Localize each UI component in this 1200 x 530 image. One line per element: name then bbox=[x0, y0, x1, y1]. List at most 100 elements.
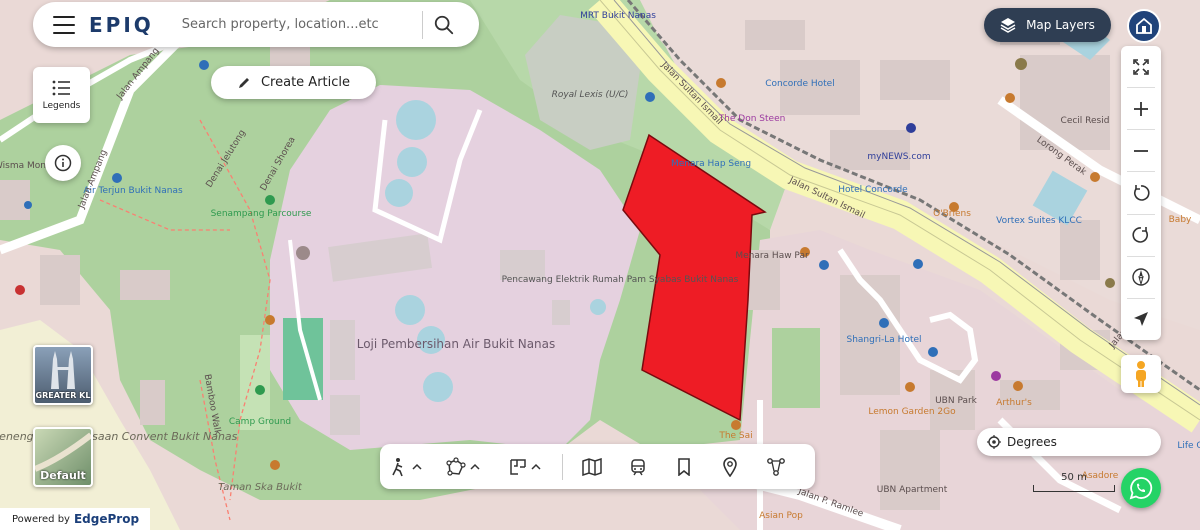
info-icon bbox=[54, 154, 72, 172]
label-pencawang: Pencawang Elektrik Rumah Pam Syabas Buki… bbox=[502, 275, 739, 285]
label-air-terjun: Air Terjun Bukit Nanas bbox=[83, 186, 183, 196]
label-ubn-park: UBN Park bbox=[935, 396, 978, 406]
fullscreen-icon bbox=[1133, 58, 1149, 75]
map-view-button[interactable] bbox=[569, 444, 615, 489]
edgeprop-button[interactable] bbox=[1127, 9, 1161, 43]
scale-label: 50 m bbox=[1061, 472, 1087, 483]
label-menara-hap-seng: Menara Hap Seng bbox=[671, 159, 751, 169]
water-tank bbox=[395, 295, 425, 325]
label-royal-lexis: Royal Lexis (U/C) bbox=[552, 90, 629, 100]
toolbar-divider bbox=[562, 453, 563, 480]
basemap-tile-label: GREATER KL bbox=[35, 391, 91, 400]
label-lemon-garden: Lemon Garden 2Go bbox=[868, 407, 956, 417]
map-tools-panel bbox=[1121, 46, 1161, 340]
twin-towers-icon bbox=[51, 351, 75, 389]
rotate-right-button[interactable] bbox=[1121, 215, 1161, 256]
bookmark-icon bbox=[678, 457, 690, 476]
map-layers-label: Map Layers bbox=[1026, 18, 1095, 32]
scale-bar bbox=[1033, 485, 1115, 492]
edgeprop-logo: EdgeProp bbox=[73, 512, 140, 526]
fullscreen-button[interactable] bbox=[1121, 46, 1161, 87]
basemap-tile-greater-kl[interactable]: GREATER KL bbox=[33, 345, 93, 405]
navigation-arrow-icon bbox=[1134, 312, 1148, 327]
bookmark-button[interactable] bbox=[661, 444, 707, 489]
route-button[interactable] bbox=[753, 444, 799, 489]
pegman-icon bbox=[1136, 361, 1146, 387]
basemap-tile-label: Default bbox=[40, 469, 86, 482]
zoom-out-button[interactable] bbox=[1121, 130, 1161, 171]
label-arthurs: Arthur's bbox=[996, 398, 1032, 408]
basemap-tile-default[interactable]: Default bbox=[33, 427, 93, 487]
label-loji: Loji Pembersihan Air Bukit Nanas bbox=[357, 337, 556, 351]
search-divider bbox=[421, 10, 423, 39]
search-bar: EPIQ bbox=[33, 2, 479, 47]
label-cecil: Cecil Resid bbox=[1061, 116, 1110, 126]
rotate-left-icon bbox=[1133, 185, 1150, 201]
crosshair-icon bbox=[987, 435, 1001, 449]
walk-tool-button[interactable] bbox=[380, 444, 432, 489]
legends-button[interactable]: Legends bbox=[33, 67, 90, 123]
degrees-label: Degrees bbox=[1007, 435, 1057, 449]
water-tank bbox=[385, 179, 413, 207]
label-mynews: myNEWS.com bbox=[867, 152, 930, 162]
label-shangri-la: Shangri-La Hotel bbox=[846, 335, 921, 345]
legend-list-icon bbox=[52, 80, 70, 96]
compass-icon bbox=[1132, 268, 1150, 287]
floorplan-tool-button[interactable] bbox=[494, 444, 556, 489]
layers-icon bbox=[1000, 18, 1016, 33]
floorplan-icon bbox=[510, 458, 526, 475]
label-life-centre: Life C bbox=[1177, 441, 1200, 451]
search-icon[interactable] bbox=[433, 14, 455, 36]
rotate-left-button[interactable] bbox=[1121, 172, 1161, 213]
train-icon bbox=[631, 458, 645, 475]
create-article-label: Create Article bbox=[260, 75, 351, 90]
create-article-button[interactable]: Create Article bbox=[211, 66, 376, 99]
location-pin-icon bbox=[723, 456, 737, 477]
label-obriens: O'Briens bbox=[933, 209, 971, 219]
folded-map-icon bbox=[582, 457, 602, 476]
edgeprop-home-icon bbox=[1136, 17, 1152, 34]
menu-icon[interactable] bbox=[53, 15, 75, 34]
chevron-up-icon bbox=[412, 463, 422, 470]
info-button[interactable] bbox=[45, 145, 81, 181]
search-input[interactable] bbox=[179, 16, 404, 33]
powered-by-footer[interactable]: Powered by EdgeProp bbox=[0, 508, 150, 530]
water-tank bbox=[396, 100, 436, 140]
label-hotel-concorde: Hotel Concorde bbox=[838, 185, 908, 195]
polygon-tool-button[interactable] bbox=[432, 444, 494, 489]
label-menara-haw-par: Menara Haw Par bbox=[735, 251, 809, 261]
drawing-toolbar bbox=[380, 444, 815, 489]
whatsapp-icon bbox=[1129, 477, 1153, 500]
rotate-right-icon bbox=[1132, 227, 1149, 243]
label-the-don: The Don Steen bbox=[718, 114, 786, 124]
compass-button[interactable] bbox=[1121, 257, 1161, 298]
degrees-toggle[interactable]: Degrees bbox=[977, 428, 1161, 456]
map-layers-button[interactable]: Map Layers bbox=[984, 8, 1111, 42]
location-pin-button[interactable] bbox=[707, 444, 753, 489]
whatsapp-button[interactable] bbox=[1121, 468, 1161, 508]
street-view-button[interactable] bbox=[1121, 355, 1161, 393]
label-ubn-apartment: UBN Apartment bbox=[877, 485, 948, 495]
label-vortex: Vortex Suites KLCC bbox=[996, 216, 1082, 226]
epiq-logo[interactable]: EPIQ bbox=[89, 13, 154, 37]
locate-me-button[interactable] bbox=[1121, 299, 1161, 340]
pencil-icon bbox=[238, 77, 249, 88]
walking-person-icon bbox=[392, 457, 403, 476]
water-tank bbox=[423, 372, 453, 402]
label-asian-pop: Asian Pop bbox=[759, 511, 803, 521]
plus-icon bbox=[1134, 101, 1148, 116]
map-scale: 50 m bbox=[1033, 472, 1115, 494]
zoom-in-button[interactable] bbox=[1121, 88, 1161, 129]
label-the-sai: The Sai bbox=[718, 431, 752, 441]
powered-by-label: Powered by bbox=[12, 513, 70, 525]
legends-label: Legends bbox=[42, 101, 81, 111]
label-taman: Taman Ska Bukit bbox=[218, 482, 303, 493]
label-concorde: Concorde Hotel bbox=[765, 79, 834, 89]
minus-icon bbox=[1134, 149, 1148, 152]
polygon-icon bbox=[446, 456, 466, 476]
transport-button[interactable] bbox=[615, 444, 661, 489]
water-tank bbox=[397, 147, 427, 177]
route-icon bbox=[767, 457, 785, 476]
chevron-up-icon bbox=[470, 463, 480, 470]
label-camp-ground: Camp Ground bbox=[229, 417, 291, 427]
